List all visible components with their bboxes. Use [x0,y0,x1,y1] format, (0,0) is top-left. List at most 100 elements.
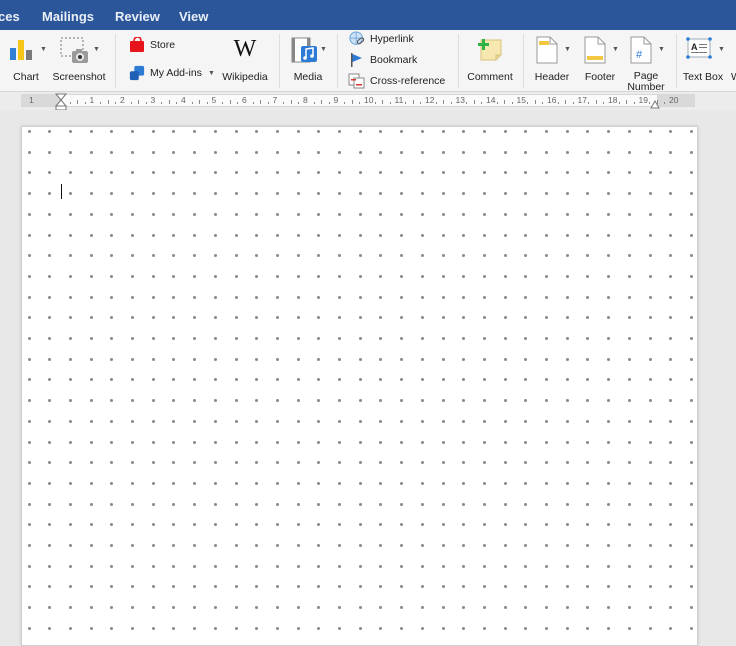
grid-dot [565,254,569,258]
grid-dot [607,316,611,320]
grid-dot [131,212,134,216]
media-dropdown-caret[interactable]: ▼ [320,46,327,53]
header-button[interactable]: ▼ Header [530,34,574,86]
grid-dot [172,544,176,547]
right-indent-marker[interactable] [650,99,660,109]
addins-dropdown-caret[interactable]: ▼ [208,70,215,77]
grid-dot [627,419,631,423]
grid-dot [669,316,673,320]
grid-dot [669,171,673,175]
grid-dot [545,440,548,444]
grid-dot [172,399,176,403]
ribbon-tab-bar: ces Mailings Review View [0,0,736,30]
ruler-tick [542,102,544,104]
grid-dot [400,481,404,485]
grid-dot [234,626,238,630]
grid-dot [255,233,259,237]
grid-dot [255,254,259,258]
grid-dot [275,523,279,527]
grid-dot [482,337,486,340]
grid-dot [503,233,507,237]
grid-dot [565,481,569,485]
grid-dot [441,564,445,568]
grid-dot [172,233,176,237]
document-page[interactable] [21,126,698,646]
grid-dot [565,544,569,547]
grid-dot [607,399,611,403]
ruler-tick [443,100,445,104]
grid-dot [400,523,404,527]
ruler-tick [511,102,513,104]
wordart-button-partial[interactable]: W [731,34,736,86]
chart-button[interactable]: ▼ Chart [4,34,48,86]
grid-dot [358,192,362,196]
grid-dot [565,564,569,568]
grid-dot [338,337,341,340]
cross-reference-button[interactable]: Cross-reference [348,72,445,90]
grid-dot [379,606,383,610]
wikipedia-button[interactable]: W Wikipedia [220,34,270,86]
footer-button[interactable]: ▼ Footer [578,34,622,86]
grid-dot [89,481,93,485]
tab-view[interactable]: View [179,9,208,24]
grid-dot [503,337,507,340]
grid-dot [151,254,155,258]
grid-dot [255,523,259,527]
ruler-number: 13 [455,95,465,105]
store-button[interactable]: Store [128,36,175,54]
grid-dot [110,626,114,630]
grid-dot [586,274,590,278]
grid-dot [131,295,134,299]
cross-reference-icon [348,73,365,89]
footer-dropdown-caret[interactable]: ▼ [612,46,619,53]
left-indent-marker[interactable] [55,93,67,111]
page-number-dropdown-caret[interactable]: ▼ [658,46,665,53]
chart-dropdown-caret[interactable]: ▼ [40,46,47,53]
footer-label: Footer [584,71,616,83]
grid-dot [172,419,176,423]
media-button[interactable]: ▼ Media [286,34,330,86]
grid-dot [27,461,31,465]
screenshot-dropdown-caret[interactable]: ▼ [93,46,100,53]
grid-dot [482,564,486,568]
grid-dot [89,212,93,216]
screenshot-button[interactable]: ▼ Screenshot [50,34,108,86]
grid-dot [193,606,197,610]
grid-dot [545,461,548,465]
text-box-dropdown-caret[interactable]: ▼ [718,46,725,53]
horizontal-ruler[interactable]: 1 1 2 3 4 5 6 7 8 9 10 11 12 13 14 15 16 17 18 19 20 [21,94,695,107]
grid-dot [524,295,528,299]
grid-dot [131,337,134,340]
comment-button[interactable]: Comment [464,34,516,86]
grid-dot [338,440,341,444]
tab-mailings[interactable]: Mailings [42,9,94,24]
grid-dot [627,171,631,175]
grid-dot [586,440,590,444]
grid-dot [648,481,652,485]
text-box-button[interactable]: A ▼ Text Box [680,34,730,86]
ruler-tick [145,102,147,104]
grid-dot [172,337,176,340]
grid-dot [379,150,383,154]
grid-dot [689,399,693,403]
grid-dot [358,295,362,299]
grid-dot [503,419,507,423]
my-addins-button[interactable]: My Add-ins ▼ [128,64,215,82]
tab-references[interactable]: ces [0,9,20,24]
page-number-button[interactable]: # ▼ Page Number [624,34,668,93]
grid-dot [420,419,424,423]
grid-dot [234,378,238,382]
grid-dot [110,337,114,340]
grid-dot [400,192,404,196]
hyperlink-button[interactable]: Hyperlink [348,30,414,48]
grid-dot [545,357,548,361]
header-dropdown-caret[interactable]: ▼ [564,46,571,53]
bookmark-button[interactable]: Bookmark [348,51,417,69]
grid-dot [48,419,52,423]
svg-text:#: # [636,49,643,61]
ruler-tick [321,100,323,104]
tab-review[interactable]: Review [115,9,160,24]
grid-dot [648,192,652,196]
grid-dot [193,399,197,403]
grid-dot [689,419,693,423]
